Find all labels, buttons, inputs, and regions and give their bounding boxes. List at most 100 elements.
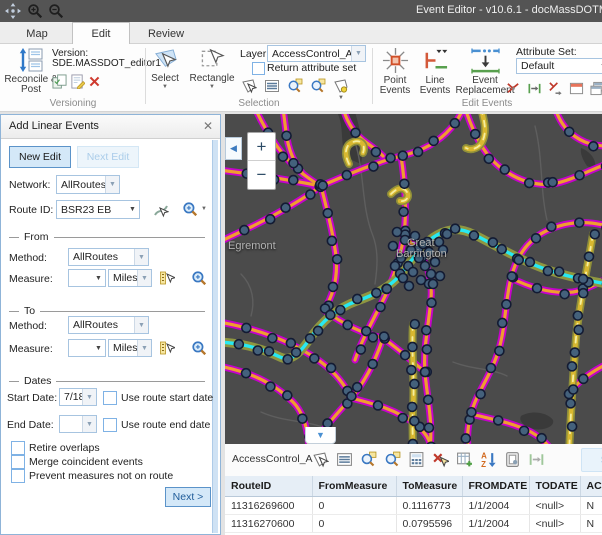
table-cell: 0.1116773	[396, 497, 462, 515]
chevron-down-icon: ▼	[597, 59, 602, 73]
select-button[interactable]: Select ▼	[147, 47, 183, 90]
tab-edit[interactable]: Edit	[72, 22, 130, 44]
select-route-on-map-icon[interactable]	[153, 202, 169, 218]
table-row[interactable]: 1131626960000.11167731/1/2004<null>N	[225, 497, 602, 515]
end-date-combo[interactable]: ▼	[59, 415, 97, 433]
selection-list-icon[interactable]	[264, 78, 280, 94]
col-todate[interactable]: TODATE	[529, 476, 580, 497]
table-row[interactable]: 1131627060000.07955961/1/2004<null>N	[225, 515, 602, 533]
pan-icon[interactable]	[5, 3, 21, 19]
table-report-icon[interactable]	[504, 451, 521, 468]
to-method-combo[interactable]: AllRoutes▼	[68, 316, 149, 334]
from-measure-combo[interactable]: ▼	[68, 269, 106, 287]
chevron-down-icon: ▼	[105, 176, 119, 193]
attribute-table: RouteID FromMeasure ToMeasure FROMDATE T…	[225, 476, 602, 535]
prevent-measures-label: Prevent measures not on route	[29, 470, 173, 482]
retire-overlaps-checkbox[interactable]	[11, 441, 25, 455]
to-measure-pick-icon[interactable]	[159, 340, 175, 356]
table-sort-icon[interactable]: AZ	[480, 451, 497, 468]
next-button[interactable]: Next >	[165, 487, 211, 507]
table-calculate-icon[interactable]	[408, 451, 425, 468]
merge-coincident-events-checkbox[interactable]	[11, 455, 25, 469]
col-ac[interactable]: AC	[580, 476, 602, 497]
end-date-label: End Date:	[7, 419, 54, 431]
close-icon[interactable]: ✕	[201, 119, 215, 133]
prevent-measures-checkbox[interactable]	[11, 469, 25, 483]
layer-combo[interactable]: AccessControl_A▼	[267, 45, 366, 62]
from-method-combo[interactable]: AllRoutes▼	[68, 248, 149, 266]
ribbon-tabbar: Map Edit Review	[0, 22, 602, 44]
tab-review[interactable]: Review	[136, 25, 196, 44]
use-route-end-date-checkbox[interactable]	[103, 418, 117, 432]
zoom-in-icon[interactable]	[27, 3, 43, 19]
event-editor-window: Event Editor - v10.6.1 - docMassDOTM Map…	[0, 0, 602, 535]
merge-coincident-events-label: Merge coincident events	[29, 456, 143, 468]
to-measure-combo[interactable]: ▼	[68, 339, 106, 357]
use-route-start-date-checkbox[interactable]	[103, 391, 117, 405]
event-windows-icon[interactable]	[590, 81, 602, 96]
collapse-table-arrow[interactable]: ▼	[305, 427, 336, 444]
col-routeid[interactable]: RouteID	[225, 476, 312, 497]
return-attribute-set-checkbox[interactable]	[252, 62, 265, 75]
line-events-button[interactable]: Line Events	[416, 47, 454, 96]
attribute-set-combo[interactable]: Default▼	[516, 58, 602, 74]
from-unit-combo[interactable]: Miles▼	[108, 269, 152, 287]
table-list-icon[interactable]	[336, 451, 353, 468]
map-zoom-in-button[interactable]: +	[248, 133, 275, 161]
table-measure-icon[interactable]	[528, 451, 545, 468]
chevron-down-icon: ▼	[92, 340, 105, 356]
chevron-down-icon: ▼	[134, 317, 148, 333]
new-edit-button[interactable]: New Edit	[9, 146, 71, 168]
chevron-down-icon: ▼	[162, 84, 168, 90]
tab-map[interactable]: Map	[8, 25, 66, 44]
table-clear-selection-icon[interactable]	[432, 451, 449, 468]
table-save-button[interactable]: S	[581, 448, 602, 472]
zoom-out-icon[interactable]	[48, 3, 64, 19]
table-cell: <null>	[529, 515, 580, 533]
measure-event-icon[interactable]	[527, 81, 542, 96]
group-separator	[145, 48, 146, 104]
snap-event-icon[interactable]	[548, 81, 563, 96]
dates-section-separator: Dates	[9, 375, 205, 387]
table-zoom-selected-icon[interactable]	[360, 451, 377, 468]
table-add-record-icon[interactable]	[456, 451, 473, 468]
col-fromdate[interactable]: FROMDATE	[462, 476, 529, 497]
start-date-combo[interactable]: 7/18/▼	[59, 388, 97, 406]
to-zoom-icon[interactable]	[191, 340, 208, 357]
table-select-shape-icon[interactable]	[312, 451, 329, 468]
from-zoom-icon[interactable]	[191, 270, 208, 287]
delete-version-icon[interactable]	[88, 75, 101, 88]
map-label-barrington: Barrington	[396, 248, 447, 260]
col-tomeasure[interactable]: ToMeasure	[396, 476, 462, 497]
map-zoom-control: + −	[247, 132, 276, 190]
reconcile-icon	[18, 47, 44, 73]
from-measure-label: Measure:	[9, 273, 53, 285]
line-events-icon	[421, 47, 450, 74]
clear-selection-shape-icon[interactable]	[333, 78, 349, 94]
event-window-icon[interactable]	[569, 81, 584, 96]
new-version-icon[interactable]	[70, 74, 85, 89]
next-edit-button[interactable]: Next Edit	[77, 146, 139, 168]
chevron-down-icon[interactable]: ▼	[201, 206, 207, 212]
edit-events-group-label: Edit Events	[372, 98, 602, 109]
panel-scrollbar[interactable]	[212, 140, 218, 533]
zoom-to-selection-icon[interactable]	[287, 78, 303, 94]
zoom-to-route-icon[interactable]	[182, 201, 199, 218]
rectangle-select-button[interactable]: Rectangle ▼	[187, 47, 237, 90]
map-view[interactable]: Egremont Great Barrington ◀ + − ▼	[225, 114, 602, 444]
refresh-version-icon[interactable]	[52, 74, 67, 89]
collapse-panel-arrow[interactable]: ◀	[225, 137, 242, 160]
split-event-icon[interactable]	[506, 81, 521, 96]
network-combo[interactable]: AllRoutes▼	[56, 175, 120, 194]
reconcile-post-button[interactable]: Reconcile & Post	[3, 47, 59, 95]
route-id-combo[interactable]: BSR23 EB▼	[56, 200, 140, 219]
from-measure-pick-icon[interactable]	[159, 270, 175, 286]
map-zoom-out-button[interactable]: −	[248, 161, 275, 189]
route-id-label: Route ID:	[9, 204, 53, 216]
select-by-polygon-icon[interactable]	[241, 78, 257, 94]
pan-to-selection-icon[interactable]	[310, 78, 326, 94]
table-pan-selected-icon[interactable]	[384, 451, 401, 468]
col-frommeasure[interactable]: FromMeasure	[312, 476, 396, 497]
point-events-button[interactable]: Point Events	[376, 47, 414, 96]
to-unit-combo[interactable]: Miles▼	[108, 339, 152, 357]
